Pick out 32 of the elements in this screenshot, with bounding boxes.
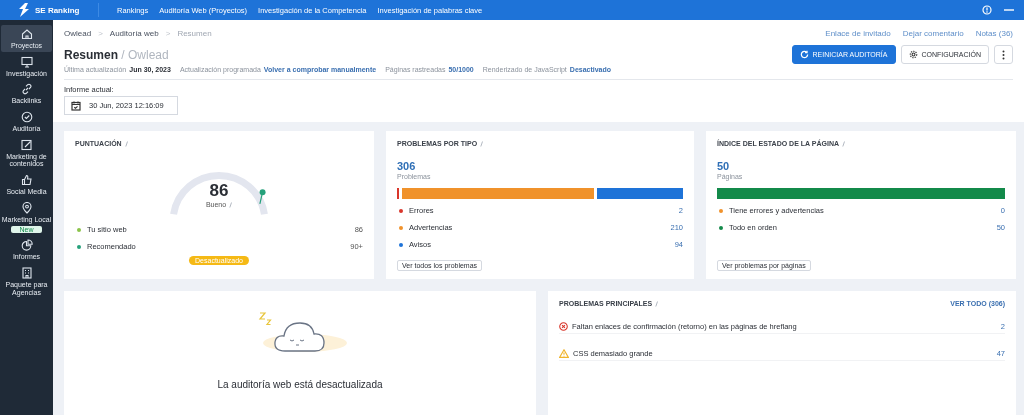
menu-icon[interactable] (1004, 8, 1014, 12)
thumbs-up-icon (20, 174, 33, 187)
breadcrumb-separator: > (165, 28, 171, 38)
total-value: 306 (397, 160, 417, 172)
header-link[interactable]: Dejar comentario (902, 28, 964, 38)
calendar-icon (71, 100, 81, 111)
gear-icon (908, 50, 918, 59)
pie-chart-icon (20, 239, 33, 252)
home-icon (20, 28, 33, 40)
help-icon[interactable] (982, 5, 992, 15)
header-link[interactable]: Notas (36) (975, 28, 1013, 38)
warning-icon (559, 348, 569, 358)
more-icon (1002, 49, 1005, 60)
breadcrumb-link[interactable]: Auditoría web (109, 28, 159, 38)
outdated-message: La auditoría web está desactualizada (217, 379, 383, 390)
header-link[interactable]: Enlace de invitado (825, 28, 891, 38)
breadcrumb-link[interactable]: Owlead (64, 28, 92, 38)
more-options-button[interactable] (994, 45, 1013, 64)
check-circle-icon (20, 111, 33, 124)
map-pin-icon (20, 201, 33, 214)
refresh-icon (799, 50, 809, 59)
link-icon (20, 83, 33, 96)
brand-name: SE Ranking (35, 5, 80, 15)
score-value: 86 (208, 181, 230, 201)
pencil-icon (20, 138, 33, 151)
logo-icon (18, 3, 30, 17)
page-title: Resumen / Owlead (64, 47, 169, 62)
monitor-icon (20, 55, 33, 68)
building-icon (20, 266, 33, 279)
breadcrumb-separator: > (98, 28, 103, 38)
error-icon (559, 321, 568, 331)
total-value: 50 (717, 160, 731, 172)
